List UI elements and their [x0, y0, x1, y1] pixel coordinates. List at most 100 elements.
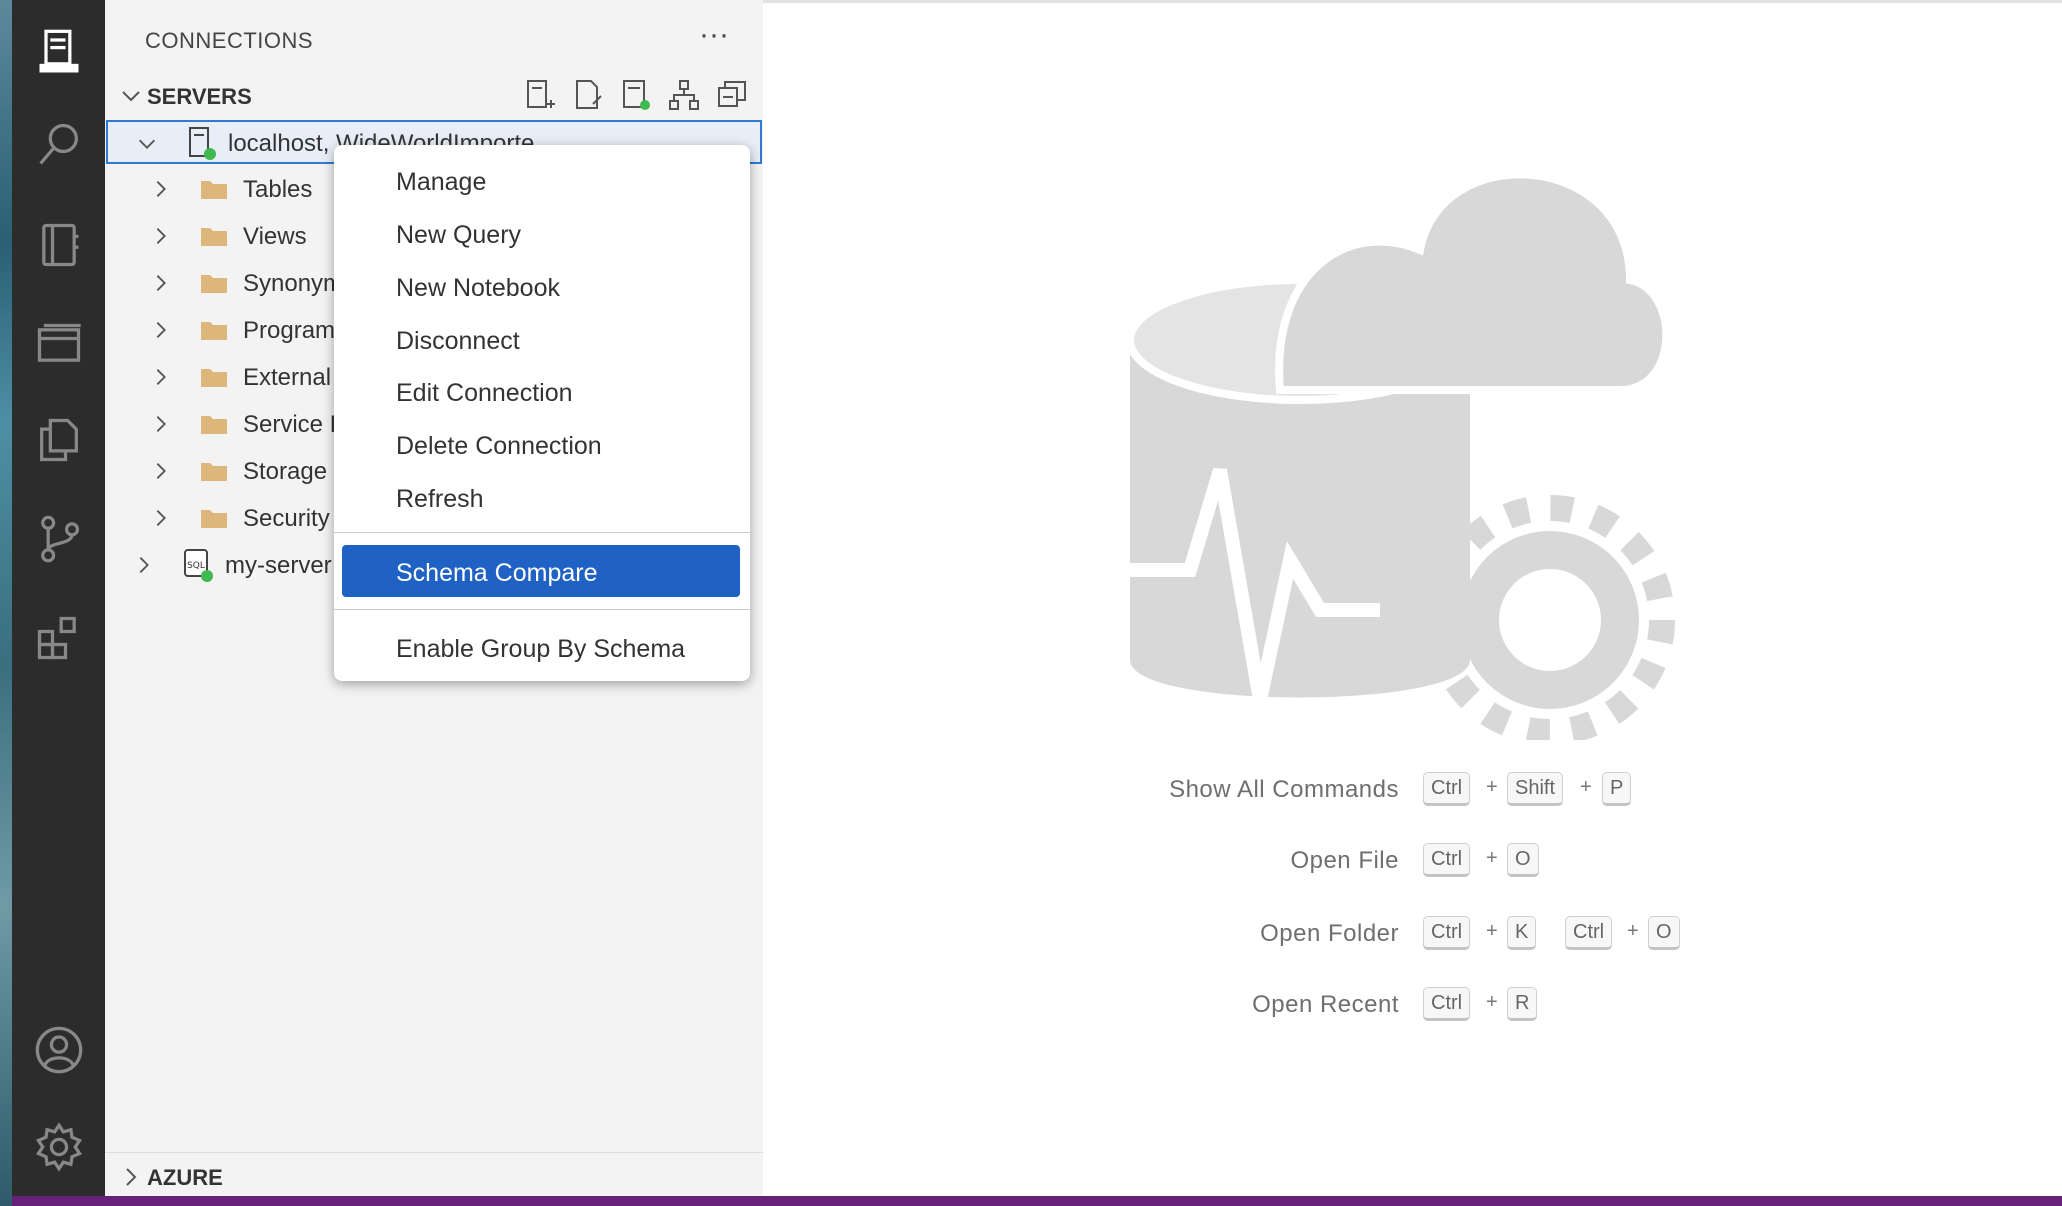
menu-item-schema-compare[interactable]: Schema Compare	[334, 545, 750, 597]
editor-top-border	[763, 0, 2062, 3]
folder-icon	[201, 322, 227, 340]
chevron-right-icon[interactable]	[150, 319, 172, 341]
key-ctrl: Ctrl	[1423, 916, 1471, 950]
tree-item-label: Views	[243, 223, 307, 250]
menu-item-edit-connection[interactable]: Edit Connection	[334, 367, 750, 417]
chevron-right-icon[interactable]	[150, 272, 172, 294]
more-actions-icon[interactable]: ···	[699, 18, 729, 52]
azure-section-header[interactable]: AZURE	[105, 1155, 763, 1199]
azure-data-studio-watermark-icon	[1120, 170, 1675, 740]
folder-icon	[201, 369, 227, 387]
new-server-group-icon[interactable]	[619, 78, 653, 112]
key-p: P	[1602, 772, 1632, 806]
folder-icon	[201, 416, 227, 434]
menu-item-delete-connection[interactable]: Delete Connection	[334, 420, 750, 470]
settings-gear-icon[interactable]	[12, 1112, 105, 1182]
shortcut-open-file: Open File Ctrl + O	[0, 843, 2062, 883]
key-ctrl: Ctrl	[1565, 916, 1613, 950]
menu-item-new-query[interactable]: New Query	[334, 209, 750, 259]
menu-item-disconnect[interactable]: Disconnect	[334, 315, 750, 365]
key-r: R	[1507, 987, 1538, 1021]
tree-item-label: Tables	[243, 176, 313, 203]
shortcut-show-all-commands: Show All Commands Ctrl + Shift + P	[0, 772, 2062, 812]
key-plus: +	[1486, 847, 1498, 869]
shortcut-open-folder: Open Folder Ctrl + K Ctrl + O	[0, 916, 2062, 956]
chevron-right-icon[interactable]	[150, 413, 172, 435]
chevron-right-icon[interactable]	[150, 507, 172, 529]
connections-icon[interactable]	[12, 18, 105, 88]
tree-item-label: External	[243, 364, 332, 391]
menu-item-label: Disconnect	[396, 327, 520, 355]
show-connected-servers-icon[interactable]	[667, 78, 701, 112]
server-icon	[189, 127, 216, 160]
chevron-right-icon[interactable]	[150, 225, 172, 247]
collapse-all-icon[interactable]	[715, 78, 749, 112]
shortcut-label: Open Recent	[1252, 991, 1399, 1018]
tree-item-label: Service E	[243, 411, 346, 438]
explorer-icon[interactable]	[12, 405, 105, 475]
new-connection-icon[interactable]	[523, 78, 557, 112]
shortcut-open-recent: Open Recent Ctrl + R	[0, 987, 2062, 1027]
sidebar-divider	[105, 1152, 763, 1153]
chevron-down-icon	[122, 91, 140, 102]
azure-section-label: AZURE	[147, 1165, 223, 1190]
source-control-icon[interactable]	[12, 503, 105, 573]
key-ctrl: Ctrl	[1423, 987, 1471, 1021]
extensions-icon[interactable]	[12, 603, 105, 673]
menu-item-label: Refresh	[396, 485, 484, 513]
menu-item-label: Enable Group By Schema	[396, 635, 686, 663]
menu-item-manage[interactable]: Manage	[334, 156, 750, 206]
shortcut-label: Show All Commands	[1169, 776, 1399, 803]
chevron-right-icon[interactable]	[150, 366, 172, 388]
chevron-right-icon	[126, 1168, 137, 1186]
search-icon[interactable]	[12, 110, 105, 180]
key-ctrl: Ctrl	[1423, 772, 1471, 806]
key-ctrl: Ctrl	[1423, 843, 1471, 877]
sql-badge-text: SQL	[187, 561, 205, 571]
server-context-menu: Manage New Query New Notebook Disconnect…	[334, 145, 750, 681]
sidebar-title: CONNECTIONS	[145, 28, 314, 53]
folder-icon	[201, 181, 227, 199]
key-plus: +	[1486, 920, 1498, 942]
menu-item-refresh[interactable]: Refresh	[334, 473, 750, 523]
sql-server-icon: SQL	[184, 549, 213, 582]
key-shift: Shift	[1507, 772, 1564, 806]
menu-item-label: New Query	[396, 221, 522, 249]
folder-icon	[201, 228, 227, 246]
dashboard-icon[interactable]	[12, 310, 105, 380]
tree-item-label: Program	[243, 317, 336, 344]
tree-item-label: Storage	[243, 458, 328, 485]
server-label: my-server	[225, 552, 332, 579]
chevron-right-icon[interactable]	[133, 554, 155, 576]
status-bar	[12, 1196, 2062, 1206]
menu-item-label: Delete Connection	[396, 432, 602, 460]
menu-item-label: Schema Compare	[396, 559, 598, 587]
chevron-right-icon[interactable]	[150, 178, 172, 200]
folder-icon	[201, 275, 227, 293]
key-k: K	[1507, 916, 1537, 950]
shortcut-label: Open File	[1290, 847, 1399, 874]
key-plus: +	[1486, 991, 1498, 1013]
menu-item-enable-group-by-schema[interactable]: Enable Group By Schema	[334, 623, 750, 673]
tree-item-label: Synonym	[243, 270, 344, 297]
chevron-down-icon[interactable]	[136, 133, 158, 155]
key-o: O	[1507, 843, 1539, 877]
key-plus: +	[1627, 920, 1639, 942]
menu-item-label: New Notebook	[396, 274, 560, 302]
notebooks-icon[interactable]	[12, 210, 105, 280]
menu-separator	[334, 609, 750, 610]
menu-separator	[334, 532, 750, 533]
key-plus: +	[1580, 776, 1592, 798]
menu-item-new-notebook[interactable]: New Notebook	[334, 262, 750, 312]
folder-icon	[201, 510, 227, 528]
menu-item-label: Edit Connection	[396, 379, 573, 407]
menu-item-label: Manage	[396, 168, 487, 196]
servers-section-header[interactable]: SERVERS	[105, 74, 763, 118]
chevron-right-icon[interactable]	[150, 460, 172, 482]
folder-icon	[201, 463, 227, 481]
key-plus: +	[1486, 776, 1498, 798]
new-query-icon[interactable]	[571, 78, 605, 112]
servers-section-label: SERVERS	[147, 84, 252, 109]
tree-item-label: Security	[243, 505, 330, 532]
key-o: O	[1648, 916, 1680, 950]
